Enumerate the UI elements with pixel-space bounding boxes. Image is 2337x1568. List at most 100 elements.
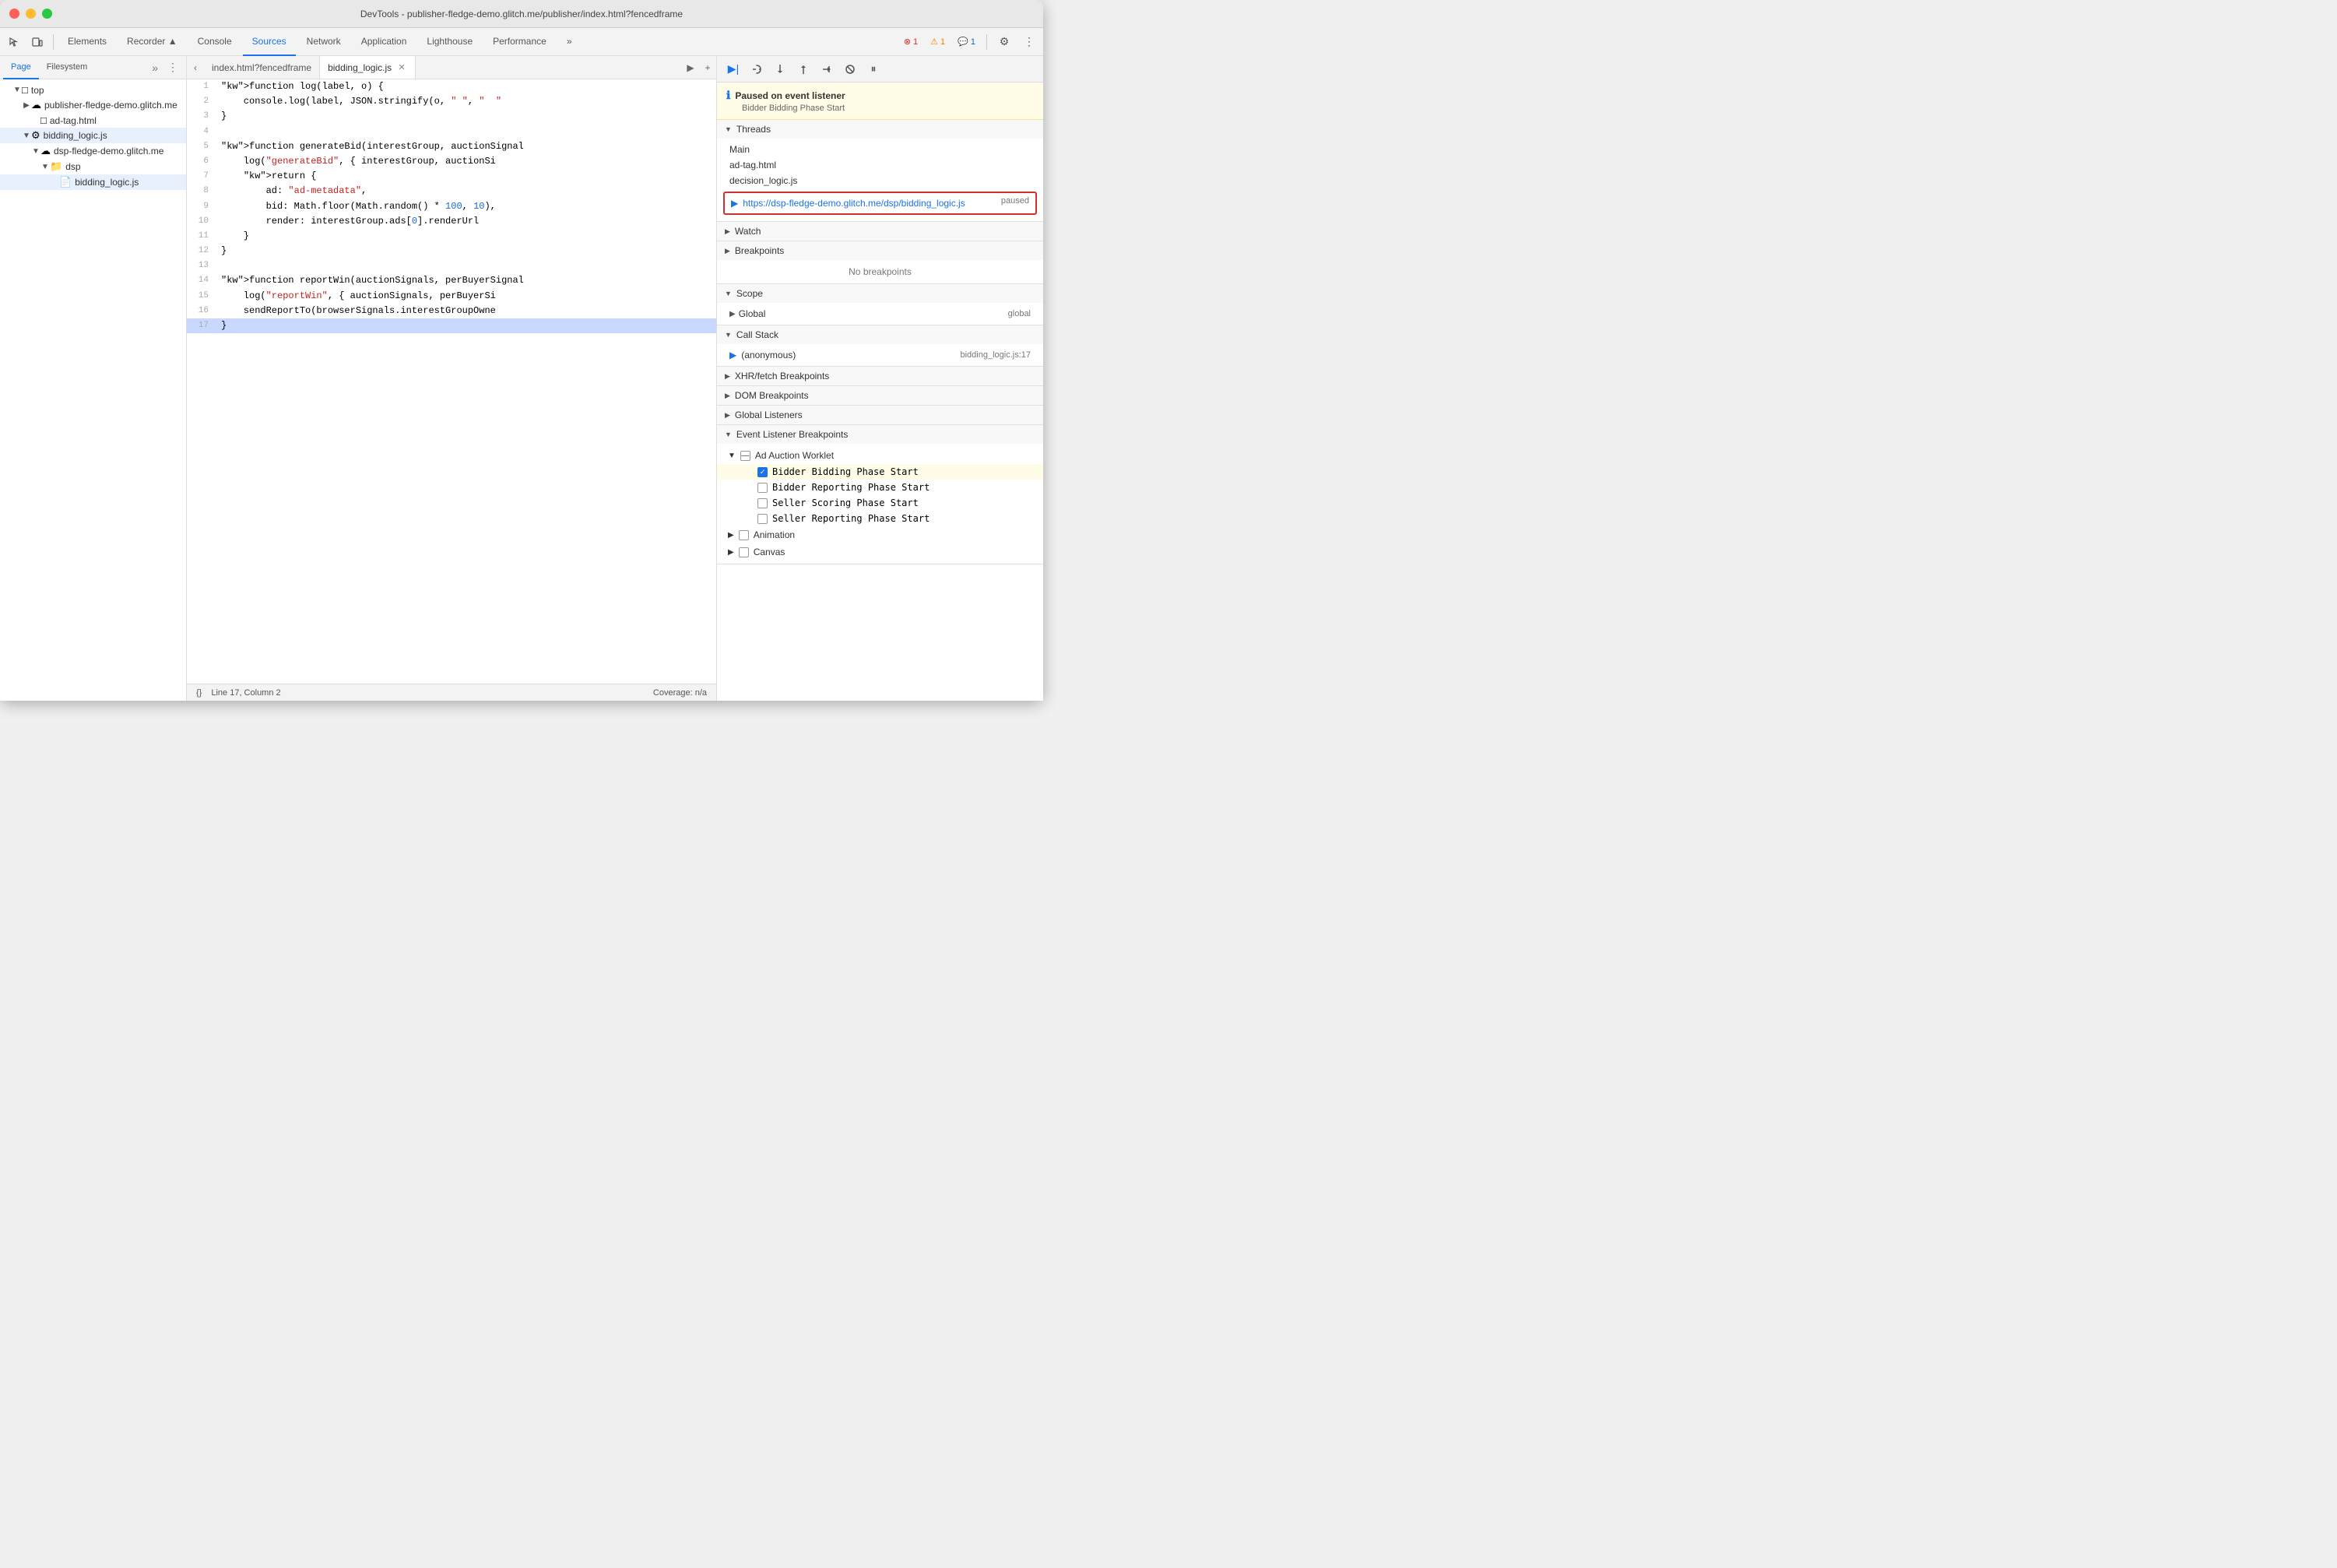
tab-recorder[interactable]: Recorder ▲ bbox=[118, 28, 187, 56]
code-line-15[interactable]: 15 log("reportWin", { auctionSignals, pe… bbox=[187, 289, 716, 304]
code-line-14[interactable]: 14"kw">function reportWin(auctionSignals… bbox=[187, 273, 716, 288]
animation-checkbox[interactable] bbox=[739, 530, 749, 540]
format-btn[interactable]: {} bbox=[196, 688, 202, 698]
step-out-btn[interactable] bbox=[793, 59, 814, 79]
code-line-1[interactable]: 1"kw">function log(label, o) { bbox=[187, 79, 716, 94]
canvas-checkbox[interactable] bbox=[739, 547, 749, 557]
canvas-header[interactable]: ▶ Canvas bbox=[717, 543, 1043, 561]
code-line-3[interactable]: 3} bbox=[187, 109, 716, 124]
more-tabs-btn[interactable]: » bbox=[557, 28, 582, 56]
code-line-4[interactable]: 4 bbox=[187, 125, 716, 139]
code-line-5[interactable]: 5"kw">function generateBid(interestGroup… bbox=[187, 139, 716, 154]
tab-nav-right-btn[interactable]: ▶ bbox=[682, 56, 699, 79]
threads-label: Threads bbox=[736, 124, 771, 135]
callstack-arrow: ▼ bbox=[725, 331, 732, 339]
thread-adtag[interactable]: ad-tag.html bbox=[717, 157, 1043, 173]
code-line-10[interactable]: 10 render: interestGroup.ads[0].renderUr… bbox=[187, 214, 716, 229]
code-line-13[interactable]: 13 bbox=[187, 258, 716, 273]
maximize-button[interactable] bbox=[42, 9, 52, 19]
warning-badge[interactable]: ⚠ 1 bbox=[926, 35, 950, 48]
tab-performance[interactable]: Performance bbox=[483, 28, 556, 56]
code-editor[interactable]: 1"kw">function log(label, o) {2 console.… bbox=[187, 79, 716, 684]
settings-icon[interactable]: ⚙ bbox=[993, 31, 1015, 53]
thread-bidding-active[interactable]: ▶ https://dsp-fledge-demo.glitch.me/dsp/… bbox=[723, 192, 1037, 215]
tree-item-dsp-origin[interactable]: ▼ ☁ dsp-fledge-demo.glitch.me bbox=[0, 143, 186, 159]
tree-item-bidding-file[interactable]: 📄 bidding_logic.js bbox=[0, 174, 186, 190]
close-button[interactable] bbox=[9, 9, 19, 19]
tree-item-bidding-worklet[interactable]: ▼ ⚙ bidding_logic.js bbox=[0, 128, 186, 143]
threads-header[interactable]: ▼ Threads bbox=[717, 120, 1043, 139]
event-listener-breakpoints-header[interactable]: ▼ Event Listener Breakpoints bbox=[717, 425, 1043, 444]
xhr-breakpoints-header[interactable]: ▶ XHR/fetch Breakpoints bbox=[717, 367, 1043, 385]
el-bidder-bidding[interactable]: ✓ Bidder Bidding Phase Start bbox=[717, 464, 1043, 480]
ad-auction-checkbox[interactable]: — bbox=[740, 451, 750, 461]
tree-item-top[interactable]: ▼ □ top bbox=[0, 83, 186, 97]
ad-auction-label: Ad Auction Worklet bbox=[755, 450, 834, 461]
code-line-16[interactable]: 16 sendReportTo(browserSignals.interestG… bbox=[187, 304, 716, 318]
breakpoints-header[interactable]: ▶ Breakpoints bbox=[717, 241, 1043, 260]
code-line-9[interactable]: 9 bid: Math.floor(Math.random() * 100, 1… bbox=[187, 199, 716, 214]
step-over-btn[interactable] bbox=[747, 59, 767, 79]
tab-sources[interactable]: Sources bbox=[243, 28, 296, 56]
code-line-6[interactable]: 6 log("generateBid", { interestGroup, au… bbox=[187, 154, 716, 169]
el-seller-reporting[interactable]: Seller Reporting Phase Start bbox=[717, 511, 1043, 526]
thread-main[interactable]: Main bbox=[717, 142, 1043, 157]
seller-reporting-checkbox[interactable] bbox=[757, 514, 768, 524]
code-line-7[interactable]: 7 "kw">return { bbox=[187, 169, 716, 184]
dom-breakpoints-header[interactable]: ▶ DOM Breakpoints bbox=[717, 386, 1043, 405]
more-options-icon[interactable]: ⋮ bbox=[1018, 31, 1040, 53]
tree-item-dsp-folder[interactable]: ▼ 📁 dsp bbox=[0, 159, 186, 174]
tab-application[interactable]: Application bbox=[352, 28, 416, 56]
select-element-icon[interactable] bbox=[3, 31, 25, 53]
step-into-btn[interactable] bbox=[770, 59, 790, 79]
code-line-8[interactable]: 8 ad: "ad-metadata", bbox=[187, 184, 716, 199]
cloud-icon-2: ☁ bbox=[40, 145, 51, 157]
pause-exceptions-btn[interactable]: ⏸ bbox=[863, 59, 884, 79]
tree-item-adtag[interactable]: □ ad-tag.html bbox=[0, 113, 186, 128]
el-bidder-reporting[interactable]: Bidder Reporting Phase Start bbox=[717, 480, 1043, 495]
deactivate-breakpoints-btn[interactable] bbox=[840, 59, 860, 79]
editor-tab-bidding[interactable]: bidding_logic.js ✕ bbox=[320, 56, 416, 79]
tab-add-btn[interactable]: + bbox=[699, 56, 716, 79]
line-number: 14 bbox=[187, 273, 218, 288]
bidder-reporting-checkbox[interactable] bbox=[757, 483, 768, 493]
resume-btn[interactable]: ▶| bbox=[723, 59, 743, 79]
minimize-button[interactable] bbox=[26, 9, 36, 19]
animation-header[interactable]: ▶ Animation bbox=[717, 526, 1043, 543]
scope-header[interactable]: ▼ Scope bbox=[717, 284, 1043, 303]
code-line-11[interactable]: 11 } bbox=[187, 229, 716, 244]
more-panel-tabs[interactable]: » bbox=[147, 62, 163, 74]
message-icon: 💬 bbox=[958, 37, 968, 47]
ad-auction-worklet-header[interactable]: ▼ — Ad Auction Worklet bbox=[717, 447, 1043, 464]
close-tab-icon[interactable]: ✕ bbox=[396, 62, 407, 73]
step-btn[interactable] bbox=[817, 59, 837, 79]
tab-nav-left[interactable]: ‹ bbox=[187, 56, 204, 79]
editor-tab-index[interactable]: index.html?fencedframe bbox=[204, 56, 320, 79]
el-seller-scoring[interactable]: Seller Scoring Phase Start bbox=[717, 495, 1043, 511]
tab-filesystem[interactable]: Filesystem bbox=[39, 56, 96, 79]
thread-decision[interactable]: decision_logic.js bbox=[717, 173, 1043, 188]
watch-header[interactable]: ▶ Watch bbox=[717, 222, 1043, 241]
code-line-12[interactable]: 12} bbox=[187, 244, 716, 258]
error-badge[interactable]: ⊗ 1 bbox=[899, 35, 922, 48]
bidder-bidding-checkbox[interactable]: ✓ bbox=[757, 467, 768, 477]
tab-elements[interactable]: Elements bbox=[58, 28, 116, 56]
code-line-17[interactable]: 17} bbox=[187, 318, 716, 333]
tab-network[interactable]: Network bbox=[297, 28, 350, 56]
tree-item-publisher[interactable]: ▶ ☁ publisher-fledge-demo.glitch.me bbox=[0, 97, 186, 113]
callstack-item-anon[interactable]: ▶ (anonymous) bidding_logic.js:17 bbox=[717, 347, 1043, 363]
callstack-header[interactable]: ▼ Call Stack bbox=[717, 325, 1043, 344]
tab-console[interactable]: Console bbox=[188, 28, 241, 56]
scope-global[interactable]: ▶ Global global bbox=[717, 306, 1043, 322]
main-toolbar: Elements Recorder ▲ Console Sources Netw… bbox=[0, 28, 1043, 56]
tab-page[interactable]: Page bbox=[3, 56, 39, 79]
message-badge[interactable]: 💬 1 bbox=[953, 35, 980, 48]
panel-menu-btn[interactable]: ⋮ bbox=[163, 61, 183, 74]
device-toggle-icon[interactable] bbox=[26, 31, 48, 53]
seller-scoring-checkbox[interactable] bbox=[757, 498, 768, 508]
tab-lighthouse[interactable]: Lighthouse bbox=[417, 28, 482, 56]
breakpoints-body: No breakpoints bbox=[717, 260, 1043, 283]
global-listeners-header[interactable]: ▶ Global Listeners bbox=[717, 406, 1043, 424]
line-number: 16 bbox=[187, 304, 218, 318]
code-line-2[interactable]: 2 console.log(label, JSON.stringify(o, "… bbox=[187, 94, 716, 109]
